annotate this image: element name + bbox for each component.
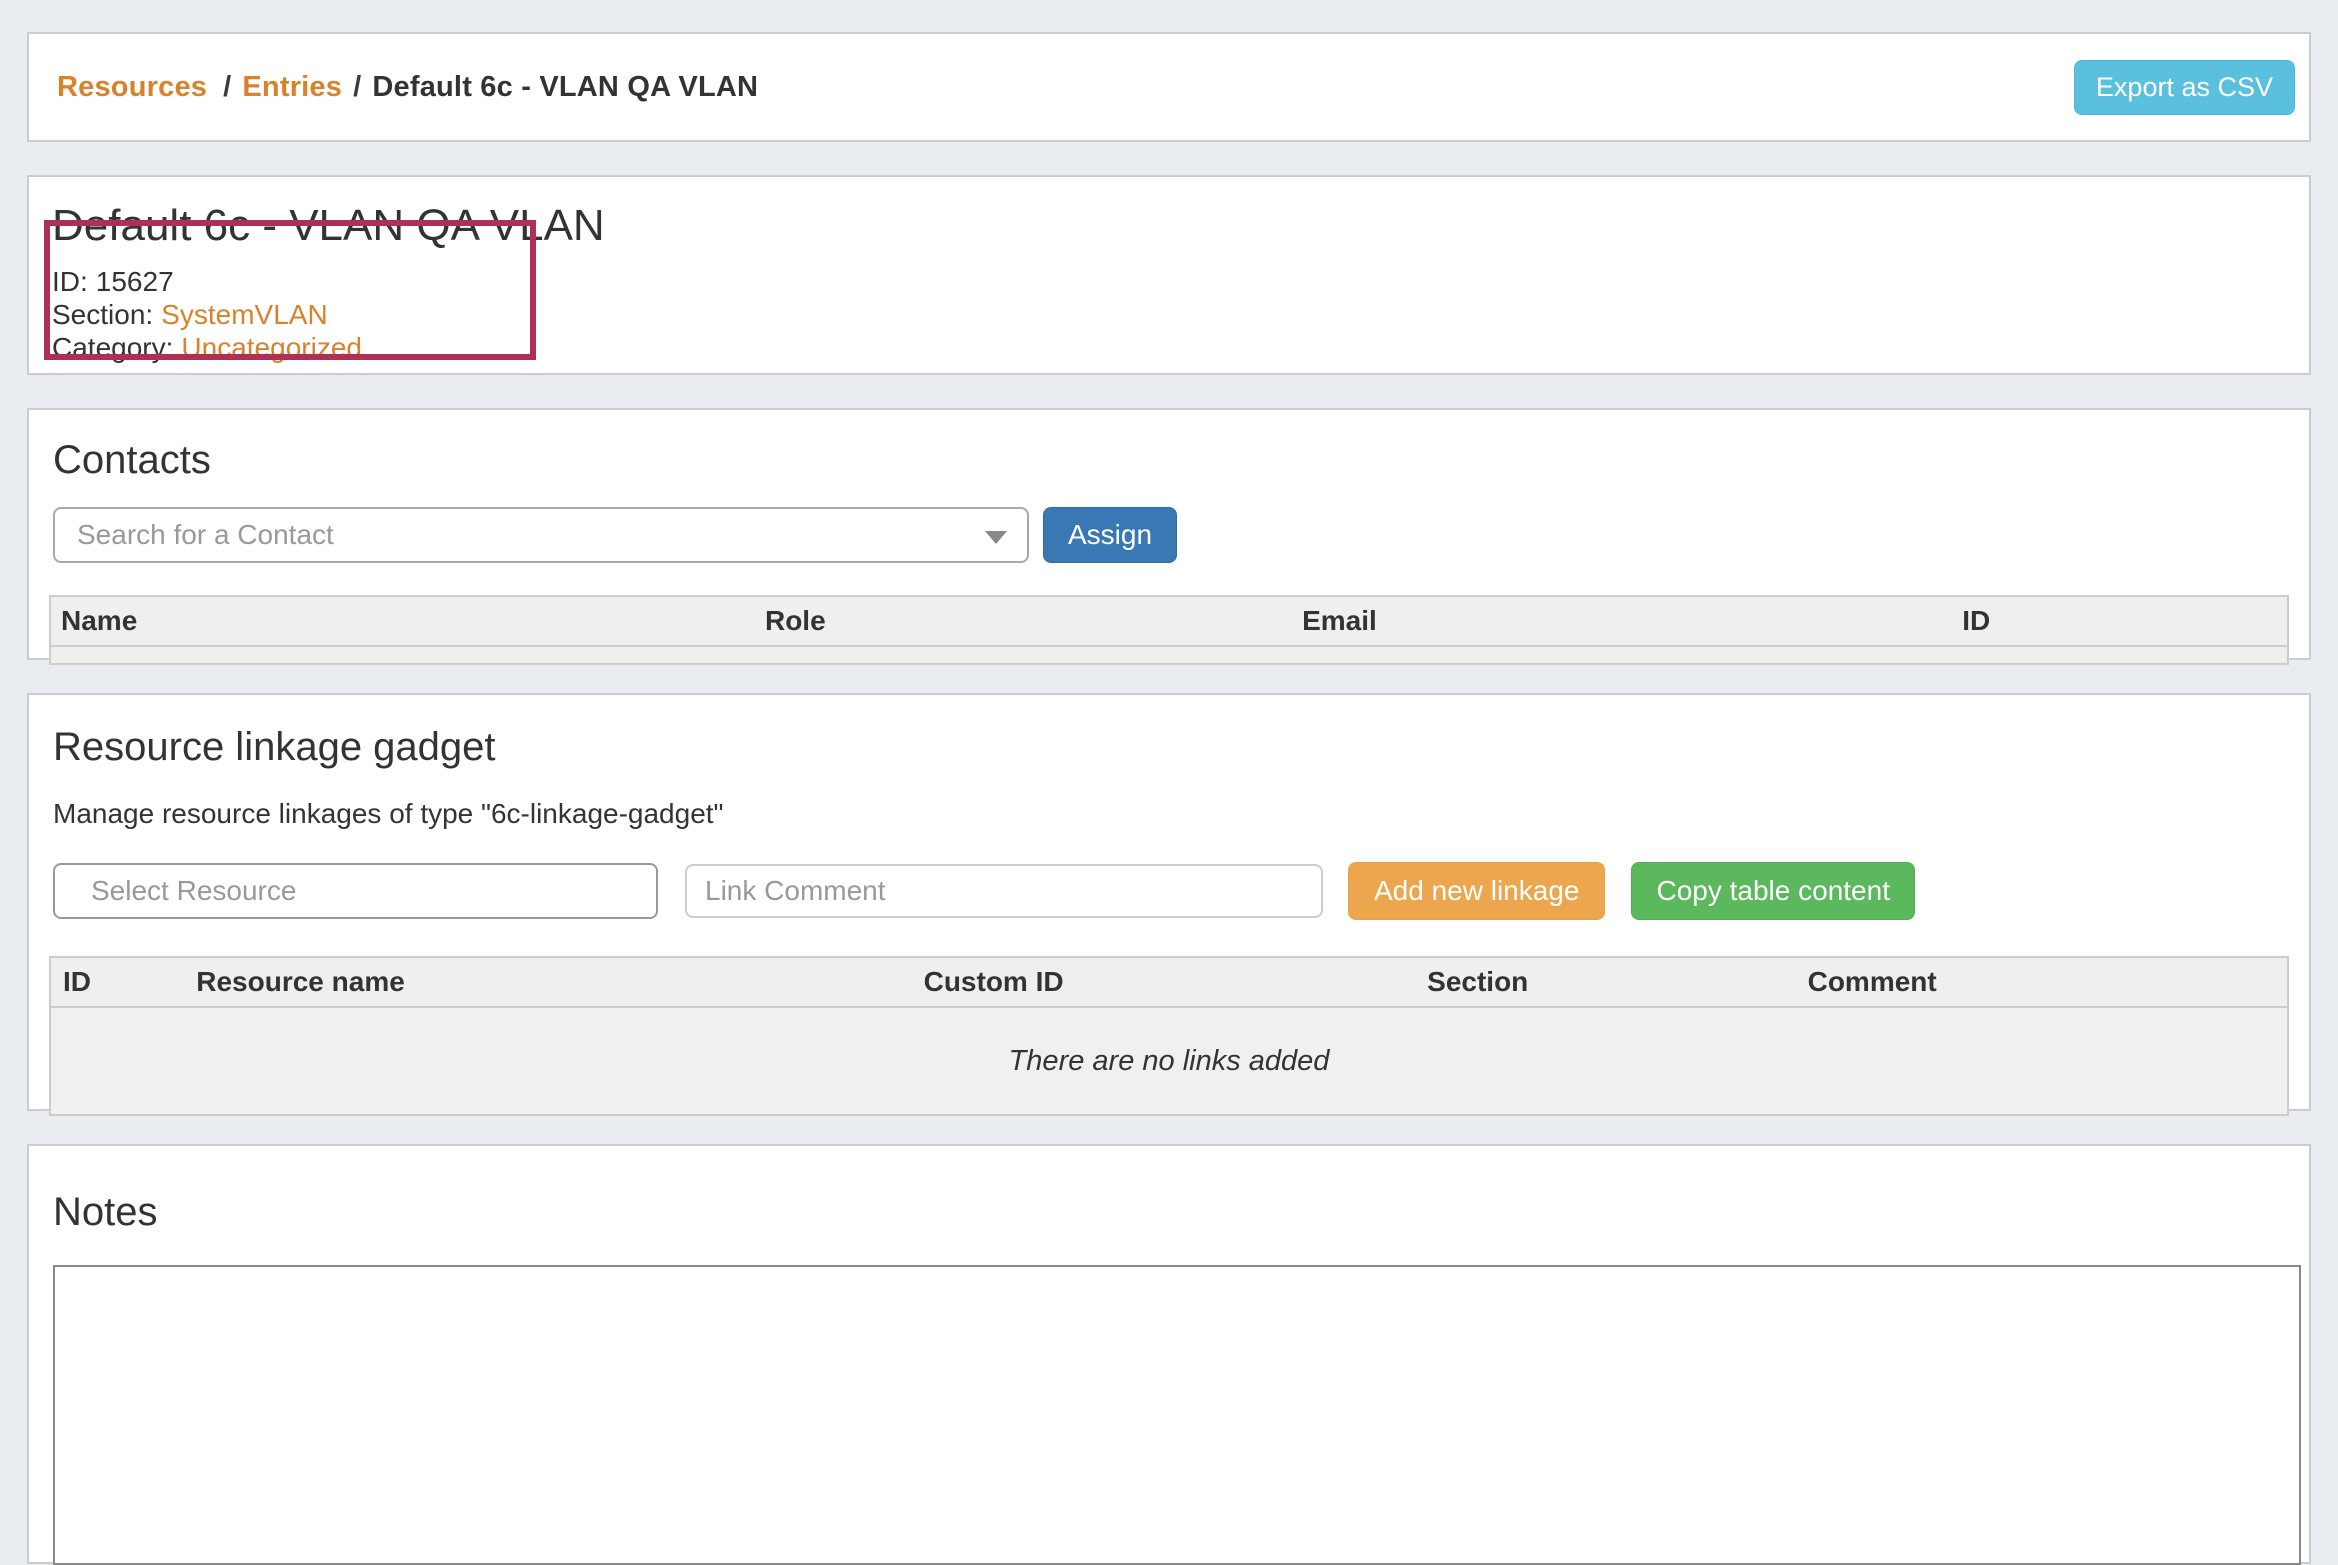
linkage-table-header-row: ID Resource name Custom ID Section Comme… [50, 957, 2288, 1007]
contacts-column-role: Role [755, 596, 1292, 646]
notes-heading: Notes [53, 1190, 2289, 1235]
header-panel: Resources / Entries / Default 6c - VLAN QA V… [27, 32, 2311, 142]
contacts-table-header-row: Name Role Email ID [50, 596, 2288, 646]
select-resource-input[interactable] [53, 863, 658, 919]
linkage-controls-row: Add new linkage Copy table content [53, 862, 2289, 920]
linkage-empty-state-row: There are no links added [50, 1007, 2288, 1115]
copy-table-content-button[interactable]: Copy table content [1631, 862, 1915, 920]
entry-title: Default 6c - VLAN QA VLAN [52, 201, 2289, 251]
linkage-heading: Resource linkage gadget [53, 725, 2289, 770]
notes-textarea[interactable] [53, 1265, 2301, 1565]
contact-search-row: Assign [53, 507, 2289, 563]
breadcrumb-link-resources[interactable]: Resources [57, 71, 207, 103]
entry-category-label: Category: [52, 332, 173, 363]
notes-panel: Notes [27, 1144, 2311, 1564]
chevron-down-icon[interactable] [985, 531, 1007, 544]
export-csv-button[interactable]: Export as CSV [2074, 60, 2295, 115]
contacts-column-id: ID [1952, 596, 2288, 646]
linkage-column-section: Section [1415, 957, 1795, 1007]
link-comment-input[interactable] [685, 864, 1323, 918]
linkage-column-comment: Comment [1796, 957, 2288, 1007]
entry-section-line: Section: SystemVLAN [52, 298, 2289, 331]
contacts-panel: Contacts Assign Name Role Email ID [27, 408, 2311, 660]
entry-id-line: ID: 15627 [52, 265, 2289, 298]
linkage-empty-message: There are no links added [50, 1007, 2288, 1115]
entry-category-link[interactable]: Uncategorized [181, 332, 362, 363]
entry-section-link[interactable]: SystemVLAN [161, 299, 328, 330]
contacts-heading: Contacts [53, 438, 2289, 483]
resource-linkage-panel: Resource linkage gadget Manage resource … [27, 693, 2311, 1111]
assign-button[interactable]: Assign [1043, 507, 1177, 563]
entry-info-panel: Default 6c - VLAN QA VLAN ID: 15627 Secti… [27, 175, 2311, 375]
breadcrumb-link-entries[interactable]: Entries [242, 71, 342, 103]
contacts-empty-row [50, 646, 2288, 664]
breadcrumb: Resources / Entries / Default 6c - VLAN QA V… [57, 71, 758, 104]
breadcrumb-separator: / [353, 71, 361, 103]
entry-section-label: Section: [52, 299, 153, 330]
linkage-column-resource-name: Resource name [184, 957, 911, 1007]
linkage-description: Manage resource linkages of type "6c-lin… [53, 798, 2289, 830]
add-new-linkage-button[interactable]: Add new linkage [1348, 862, 1605, 920]
entry-category-line: Category: Uncategorized [52, 331, 2289, 364]
entry-id-label: ID: [52, 266, 88, 297]
linkage-column-custom-id: Custom ID [912, 957, 1416, 1007]
linkage-table: ID Resource name Custom ID Section Comme… [49, 956, 2289, 1116]
linkage-column-id: ID [50, 957, 184, 1007]
contact-search-input[interactable] [53, 507, 1029, 563]
breadcrumb-separator: / [223, 71, 231, 103]
breadcrumb-current-entry: Default 6c - VLAN QA VLAN [372, 71, 758, 103]
contacts-table: Name Role Email ID [49, 595, 2289, 665]
entry-id-value: 15627 [96, 266, 174, 297]
contacts-column-email: Email [1292, 596, 1952, 646]
contact-search-combobox [53, 507, 1029, 563]
contacts-column-name: Name [50, 596, 755, 646]
